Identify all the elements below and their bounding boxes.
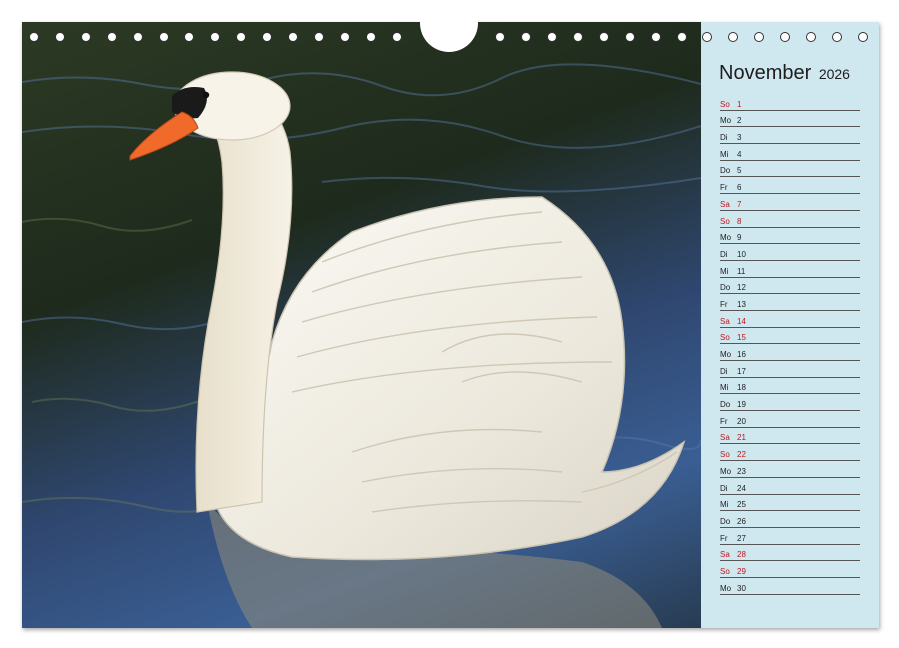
day-number: 8: [737, 216, 742, 226]
day-number: 22: [737, 450, 746, 460]
weekday-label: Do: [720, 166, 731, 176]
day-number: 3: [737, 133, 742, 143]
day-number: 11: [737, 266, 746, 276]
day-number: 6: [737, 183, 742, 193]
day-row: Mo 16: [720, 344, 860, 361]
weekday-label: Do: [720, 516, 731, 526]
day-number: 17: [737, 366, 746, 376]
day-row: Sa 28: [720, 545, 860, 562]
weekday-label: Mi: [720, 149, 729, 159]
day-number: 15: [737, 333, 746, 343]
day-number: 27: [737, 533, 746, 543]
day-number: 18: [737, 383, 746, 393]
day-number: 13: [737, 299, 746, 309]
weekday-label: Mi: [720, 266, 729, 276]
day-row: So 29: [720, 561, 860, 578]
weekday-label: Di: [720, 133, 728, 143]
day-row: Di 24: [720, 478, 860, 495]
year-label: 2026: [818, 66, 850, 82]
day-row: Mi 18: [720, 378, 860, 395]
day-number: 12: [737, 283, 746, 293]
day-row: Mo 23: [720, 461, 860, 478]
day-number: 10: [737, 249, 746, 259]
day-number: 21: [737, 433, 746, 443]
day-number: 25: [737, 500, 746, 510]
weekday-label: Do: [720, 400, 731, 410]
day-row: Fr 6: [720, 177, 860, 195]
weekday-label: Fr: [720, 183, 728, 193]
calendar-page: November 2026 So 1 Mo 2 Di 3 Mi 4 Do 5 Fr 6 Sa 7 So 8 Mo…: [22, 16, 879, 628]
day-row: Sa 14: [720, 311, 860, 328]
weekday-label: Fr: [720, 416, 728, 426]
month-title: November 2026: [719, 62, 850, 85]
day-row: Fr 27: [720, 528, 860, 545]
weekday-label: Di: [720, 483, 728, 493]
day-number: 28: [737, 550, 746, 560]
weekday-label: Sa: [720, 316, 730, 326]
day-number: 14: [737, 316, 746, 326]
day-row: Sa 7: [720, 194, 860, 211]
weekday-label: So: [720, 99, 730, 109]
day-row: Di 17: [720, 361, 860, 378]
day-number: 2: [737, 116, 742, 126]
weekday-label: Fr: [720, 533, 728, 543]
day-row: Mo 30: [720, 578, 860, 595]
swan-photo: [22, 22, 701, 628]
day-row: Do 5: [720, 161, 860, 178]
day-number: 7: [737, 199, 742, 209]
day-row: Mi 4: [720, 144, 860, 161]
day-row: Mo 9: [720, 228, 860, 245]
weekday-label: Mi: [720, 500, 729, 510]
weekday-label: So: [720, 333, 730, 343]
day-number: 29: [737, 566, 746, 576]
day-row: So 22: [720, 444, 860, 462]
day-row: So 1: [720, 94, 860, 111]
day-row: So 15: [720, 328, 860, 345]
swan-illustration: [22, 63, 701, 628]
day-row: Di 10: [720, 244, 860, 261]
day-number: 1: [737, 99, 742, 109]
day-row: Sa 21: [720, 428, 860, 445]
day-row: Mo 2: [720, 111, 860, 128]
day-row: Mi 11: [720, 261, 860, 278]
weekday-label: So: [720, 566, 730, 576]
month-name: November: [719, 62, 812, 84]
weekday-label: Mo: [720, 233, 732, 243]
weekday-label: Mo: [720, 466, 732, 476]
day-list: So 1 Mo 2 Di 3 Mi 4 Do 5 Fr 6 Sa 7 So 8 Mo 9 Di 10 Mi 11 Do 12 F…: [720, 94, 860, 595]
day-row: So 8: [720, 211, 860, 228]
day-row: Fr 20: [720, 411, 860, 428]
weekday-label: Do: [720, 283, 731, 293]
day-number: 30: [737, 583, 746, 593]
calendar-panel: November 2026 So 1 Mo 2 Di 3 Mi 4 Do 5 Fr 6 Sa 7 So 8 Mo…: [701, 22, 879, 628]
day-number: 23: [737, 466, 746, 476]
weekday-label: Sa: [720, 433, 730, 443]
day-number: 16: [737, 350, 746, 359]
weekday-label: Sa: [720, 199, 730, 209]
weekday-label: Di: [720, 249, 728, 259]
day-number: 4: [737, 149, 742, 159]
weekday-label: Fr: [720, 299, 728, 309]
day-row: Do 19: [720, 394, 860, 412]
day-row: Mi 25: [720, 495, 860, 512]
day-number: 20: [737, 416, 746, 426]
weekday-label: Mi: [720, 383, 729, 393]
day-number: 9: [737, 233, 742, 243]
weekday-label: Di: [720, 366, 728, 376]
day-number: 26: [737, 516, 746, 526]
weekday-label: Mo: [720, 116, 732, 126]
day-number: 24: [737, 483, 746, 493]
weekday-label: Mo: [720, 583, 732, 593]
day-row: Do 26: [720, 511, 860, 528]
weekday-label: So: [720, 450, 730, 460]
day-row: Do 12: [720, 278, 860, 295]
weekday-label: Sa: [720, 550, 730, 560]
weekday-label: So: [720, 216, 730, 226]
day-number: 19: [737, 400, 746, 410]
day-number: 5: [737, 166, 742, 176]
day-row: Di 3: [720, 127, 860, 145]
day-row: Fr 13: [720, 294, 860, 311]
weekday-label: Mo: [720, 350, 732, 359]
